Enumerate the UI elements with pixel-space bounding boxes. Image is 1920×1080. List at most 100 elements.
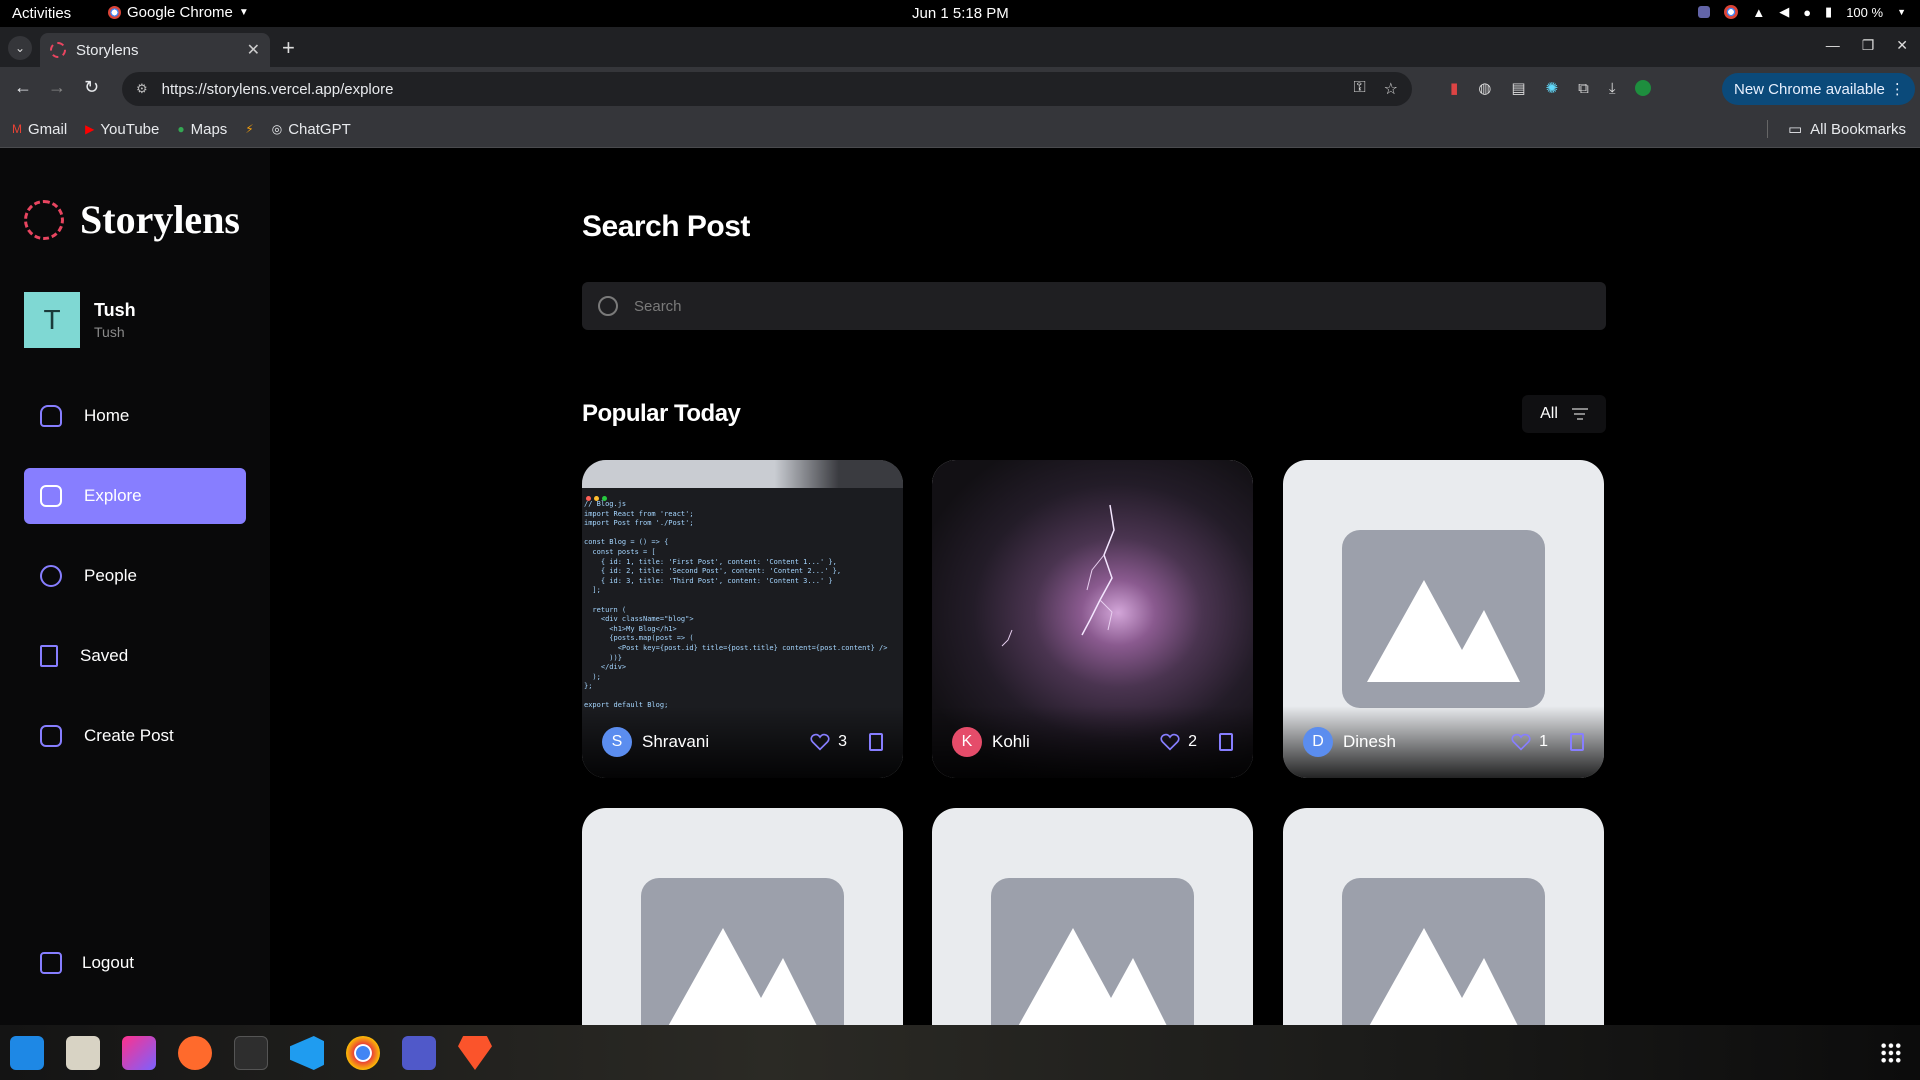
like-button[interactable]: 3 [810,733,847,751]
close-window-icon[interactable]: ✕ [1896,37,1908,54]
bookmark-label: ChatGPT [288,120,351,138]
close-tab-icon[interactable]: ✕ [247,40,260,60]
filter-dropdown[interactable]: All [1522,395,1606,433]
new-tab-button[interactable]: + [282,35,295,61]
author-avatar[interactable]: D [1303,727,1333,757]
tab-title: Storylens [76,41,139,59]
files-app-icon[interactable] [66,1036,100,1070]
download-icon[interactable]: ⤓ [1609,80,1616,97]
search-input[interactable] [634,297,1534,315]
post-card[interactable] [582,808,903,1025]
sidebar-item-label: People [84,566,137,585]
restore-icon[interactable]: ❐ [1862,37,1875,54]
clock[interactable]: Jun 1 5:18 PM [912,5,1009,22]
back-icon[interactable]: ← [14,77,32,98]
system-tray[interactable]: ▲ ◀ ● ▮ 100 % ▼ [1698,4,1906,20]
forward-icon[interactable]: → [48,77,66,98]
image-placeholder-icon [641,878,844,1025]
logout-label: Logout [82,953,134,972]
all-bookmarks-button[interactable]: ▭ All Bookmarks [1766,120,1906,138]
post-card[interactable]: D Dinesh 1 [1283,460,1604,778]
kebab-menu-icon[interactable]: ⋮ [1890,80,1905,98]
like-button[interactable]: 1 [1511,733,1548,751]
author-avatar[interactable]: K [952,727,982,757]
section-title: Popular Today [582,400,741,427]
bookmark-chatgpt[interactable]: ◎ ChatGPT [272,121,351,138]
author-name[interactable]: Kohli [992,732,1160,752]
post-card[interactable]: K Kohli 2 [932,460,1253,778]
activities-button[interactable]: Activities [12,5,71,22]
chrome-tray-icon [1724,5,1739,19]
show-apps-grid-icon[interactable] [1880,1042,1902,1064]
mountain-icon [1018,928,1167,1025]
react-devtools-icon[interactable]: ✺ [1546,79,1559,97]
bookmark-maps[interactable]: ● Maps [177,121,227,138]
save-bookmark-icon[interactable] [869,733,883,751]
mountain-icon [1369,928,1518,1025]
author-name[interactable]: Shravani [642,732,810,752]
bookmark-gmail[interactable]: M Gmail [12,121,67,138]
minimize-icon[interactable]: — [1826,37,1840,54]
post-card[interactable]: // Blog.js import React from 'react'; im… [582,460,903,778]
bookmark-star-icon[interactable]: ☆ [1384,79,1398,99]
tab-storylens[interactable]: Storylens ✕ [40,33,270,67]
sidebar-item-explore[interactable]: Explore [24,468,246,524]
teams-app-icon[interactable] [402,1036,436,1070]
save-bookmark-icon[interactable] [1570,733,1584,751]
like-button[interactable]: 2 [1160,733,1197,751]
profile-avatar-icon[interactable] [1635,80,1652,96]
new-chrome-label: New Chrome available [1734,80,1885,98]
logout-icon [40,952,62,974]
author-name[interactable]: Dinesh [1343,732,1511,752]
postman-app-icon[interactable] [178,1036,212,1070]
new-chrome-available-button[interactable]: New Chrome available ⋮ [1722,73,1915,105]
tab-search-button[interactable]: ⌄ [8,36,32,60]
extensions-puzzle-icon[interactable]: ⧉ [1578,80,1589,97]
bookmark-youtube[interactable]: ▶ YouTube [85,121,159,138]
sidebar-item-label: Home [84,406,130,425]
author-avatar[interactable]: S [602,727,632,757]
post-card[interactable] [1283,808,1604,1025]
like-count: 1 [1539,733,1548,750]
gmail-icon: M [12,122,22,136]
url-text[interactable]: https://storylens.vercel.app/explore [162,81,1354,98]
reload-icon[interactable]: ↻ [84,77,99,98]
main-content: Search Post Popular Today All [270,148,1920,1025]
feather-app-icon[interactable] [10,1036,44,1070]
sidebar-item-home[interactable]: Home [24,388,246,444]
wifi-icon: ▲ [1752,4,1766,20]
bookmark-icon [40,645,58,667]
extension-1-icon[interactable]: ▮ [1450,79,1458,97]
save-bookmark-icon[interactable] [1219,733,1233,751]
sidebar-item-saved[interactable]: Saved [24,628,246,684]
search-bar[interactable] [582,282,1606,330]
user-profile[interactable]: T Tush Tush [24,292,136,348]
bookmarks-bar: M Gmail ▶ YouTube ● Maps ⚡ ◎ ChatGPT ▭ All B… [0,111,1920,148]
post-card[interactable] [932,808,1253,1025]
app-menu-label: Google Chrome [127,4,233,21]
address-bar[interactable]: ⚙ https://storylens.vercel.app/explore ⚿… [122,72,1412,106]
image-placeholder-icon [991,878,1194,1025]
logout-button[interactable]: Logout [40,952,134,974]
vscode-app-icon[interactable] [290,1036,324,1070]
bookmark-label: Gmail [28,120,68,138]
chrome-app-icon[interactable] [346,1036,380,1070]
globe-extension-icon[interactable]: ◍ [1478,79,1491,97]
bookmark-extension[interactable]: ⚡ [245,122,253,136]
translate-extension-icon[interactable]: ▤ [1511,79,1525,97]
rider-app-icon[interactable] [122,1036,156,1070]
system-top-bar: Activities Google Chrome ▼ Jun 1 5:18 PM… [0,0,1920,27]
app-menu[interactable]: Google Chrome ▼ [108,4,249,21]
brave-app-icon[interactable] [458,1036,492,1070]
sidebar-item-create-post[interactable]: Create Post [24,708,246,764]
app-logo[interactable]: Storylens [24,196,240,243]
bookmark-label: YouTube [100,120,160,138]
heart-icon [1511,733,1531,751]
site-info-icon[interactable]: ⚙ [136,81,148,97]
battery-icon: ▮ [1825,4,1833,19]
image-placeholder-icon [1342,878,1545,1025]
password-key-icon[interactable]: ⚿ [1353,79,1365,99]
sidebar-item-people[interactable]: People [24,548,246,604]
terminal-app-icon[interactable] [234,1036,268,1070]
user-handle: Tush [94,324,125,340]
